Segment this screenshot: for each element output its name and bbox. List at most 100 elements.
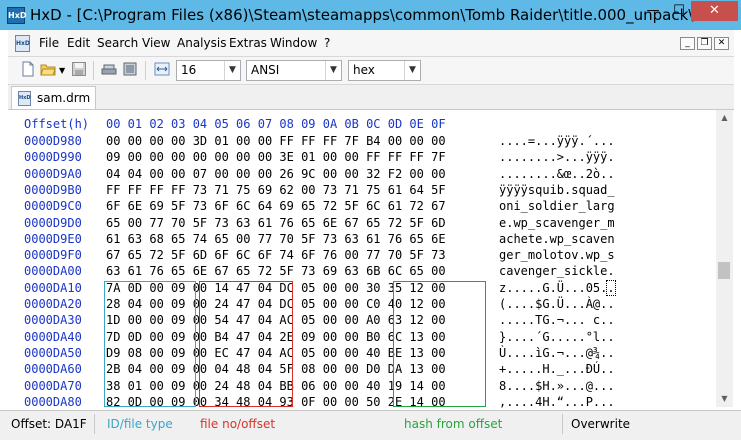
hash-label: hash from offset (404, 417, 503, 431)
row-bytes[interactable]: 61 63 68 65 74 65 00 77 70 5F 73 63 61 7… (106, 232, 446, 247)
hxd-app-icon: HxD (7, 7, 27, 24)
open-folder-icon[interactable] (40, 61, 56, 77)
menu-extras[interactable]: Extras (229, 36, 267, 50)
new-file-icon[interactable] (20, 61, 36, 77)
row-ascii[interactable]: e.wp_scavenger_m (499, 216, 615, 231)
row-ascii[interactable]: ger_molotov.wp_s (499, 248, 615, 263)
maximize-button[interactable]: ☐ (667, 1, 691, 21)
row-ascii[interactable]: ........>...ÿÿÿ. (499, 150, 615, 165)
vertical-scrollbar[interactable]: ▲ ▼ (716, 110, 733, 407)
row-ascii[interactable]: cavenger_sickle. (499, 264, 615, 279)
toolbar: ▼ 16 ▼ ANSI ▼ hex ▼ (8, 57, 734, 85)
menu-analysis[interactable]: Analysis (177, 36, 226, 50)
hex-row[interactable]: 0000D9E0 61 63 68 65 74 65 00 77 70 5F 73… (24, 231, 615, 247)
hex-row[interactable]: 0000D990 09 00 00 00 00 00 00 00 3E 01 00… (24, 150, 615, 165)
hex-row[interactable]: 0000D980 00 00 00 00 3D 01 00 00 FF FF FF… (24, 134, 615, 149)
window-title: HxD - [C:\Program Files (x86)\Steam\stea… (30, 6, 708, 24)
row-ascii[interactable]: oni_soldier_larg (499, 199, 615, 214)
row-offset: 0000D9C0 (24, 199, 82, 214)
bytes-per-row-value: 16 (181, 63, 197, 77)
file-offset-box (199, 281, 293, 407)
hex-row[interactable]: 0000DA00 63 61 76 65 6E 67 65 72 5F 73 69… (24, 264, 615, 279)
tab-strip: HxD sam.drm (8, 85, 734, 110)
row-offset: 0000D9D0 (24, 215, 82, 230)
scroll-thumb[interactable] (718, 262, 730, 279)
tab-label: sam.drm (37, 91, 91, 105)
id-file-type-box (104, 281, 196, 407)
row-ascii[interactable]: }....´G.....°l.. (499, 330, 615, 345)
hex-row[interactable]: 0000D9B0 FF FF FF FF 73 71 75 69 62 00 73… (24, 182, 615, 198)
status-divider (94, 414, 95, 434)
row-bytes[interactable]: FF FF FF FF 73 71 75 69 62 00 73 71 75 6… (106, 183, 446, 198)
row-ascii[interactable]: ........&œ..2ò.. (499, 167, 615, 182)
menu-view[interactable]: View (142, 36, 170, 50)
open-dropdown-arrow-icon[interactable]: ▼ (59, 66, 65, 75)
row-bytes[interactable]: 63 61 76 65 6E 67 65 72 5F 73 69 63 6B 6… (106, 264, 446, 279)
caret: . (606, 279, 616, 296)
menu-edit[interactable]: Edit (67, 36, 90, 50)
row-bytes[interactable]: 00 00 00 00 3D 01 00 00 FF FF FF 7F B4 0… (106, 134, 446, 149)
file-offset-label: file no/offset (200, 417, 276, 431)
save-icon[interactable] (71, 61, 87, 77)
row-ascii[interactable]: 8....$H.»...@... (499, 379, 615, 394)
row-ascii[interactable]: (....$G.Ü...À@.. (499, 297, 615, 312)
row-offset: 0000DA80 (24, 394, 82, 409)
row-offset: 0000D9B0 (24, 182, 82, 197)
charset-select[interactable]: ANSI ▼ (246, 60, 342, 81)
row-offset: 0000DA20 (24, 297, 82, 311)
menu-search[interactable]: Search (97, 36, 138, 50)
status-mode: Overwrite (571, 417, 631, 431)
hex-row[interactable]: 0000D9C0 6F 6E 69 5F 73 6F 6C 64 69 65 72… (24, 199, 615, 214)
row-ascii[interactable]: achete.wp_scaven (499, 232, 615, 247)
bytes-per-row-select[interactable]: 16 ▼ (176, 60, 241, 81)
row-offset: 0000DA40 (24, 329, 82, 344)
row-ascii[interactable]: +.....H._...ÐÚ.. (499, 362, 615, 377)
scroll-up-icon[interactable]: ▲ (716, 110, 733, 126)
tab-sam-drm[interactable]: HxD sam.drm (11, 86, 96, 109)
toolbar-separator (145, 61, 146, 80)
row-bytes[interactable]: 67 65 72 5F 6D 6F 6C 6F 74 6F 76 00 77 7… (106, 248, 446, 263)
row-bytes[interactable]: 6F 6E 69 5F 73 6F 6C 64 69 65 72 5F 6C 6… (106, 199, 446, 214)
hex-row[interactable]: 0000D9D0 65 00 77 70 5F 73 63 61 76 65 6E… (24, 215, 615, 231)
row-ascii[interactable]: Ù....ìG.¬...@¾.. (499, 346, 615, 361)
hex-row[interactable]: 0000D9F0 67 65 72 5F 6D 6F 6C 6F 74 6F 76… (24, 248, 615, 263)
menu-help[interactable]: ? (324, 36, 330, 50)
close-button[interactable]: ✕ (691, 1, 738, 21)
chevron-down-icon: ▼ (224, 61, 240, 80)
ram-editor-icon[interactable] (122, 61, 138, 77)
bytes-per-row-icon (154, 62, 170, 76)
document-icon[interactable]: HxD (15, 35, 30, 52)
mdi-restore-button[interactable]: ❐ (697, 37, 712, 50)
id-file-type-label: ID/file type (107, 417, 173, 431)
row-offset: 0000DA30 (24, 313, 82, 328)
row-bytes[interactable]: 65 00 77 70 5F 73 63 61 76 65 6E 67 65 7… (106, 216, 446, 231)
row-ascii[interactable]: ‚....4H.“...P... (499, 395, 615, 410)
row-bytes[interactable]: 09 00 00 00 00 00 00 00 3E 01 00 00 FF F… (106, 150, 446, 165)
mdi-close-button[interactable]: ✕ (714, 37, 729, 50)
offset-base-select[interactable]: hex ▼ (348, 60, 421, 81)
file-icon: HxD (18, 91, 31, 106)
status-divider (562, 414, 563, 434)
row-ascii[interactable]: ÿÿÿÿsquib.squad_ (499, 183, 615, 198)
hex-row[interactable]: 0000D9A0 04 04 00 00 07 00 00 00 26 9C 00… (24, 166, 615, 182)
offset-header: Offset(h) (24, 117, 90, 131)
scroll-down-icon[interactable]: ▼ (716, 391, 733, 407)
row-offset: 0000DA00 (24, 264, 82, 279)
menu-file[interactable]: File (39, 36, 59, 50)
charset-value: ANSI (251, 63, 280, 77)
row-offset: 0000DA70 (24, 378, 82, 393)
row-bytes[interactable]: 04 04 00 00 07 00 00 00 26 9C 00 00 32 F… (106, 167, 446, 182)
status-offset: Offset: DA1F (11, 417, 87, 431)
menu-bar: HxD File Edit Search View Analysis Extra… (8, 30, 734, 57)
mdi-minimize-button[interactable]: _ (680, 37, 695, 50)
row-ascii[interactable]: .....TG.¬... c.. (499, 313, 615, 328)
menu-window[interactable]: Window (270, 36, 317, 50)
disk-editor-icon[interactable] (101, 61, 117, 77)
row-offset: 0000D9E0 (24, 231, 82, 246)
chevron-down-icon: ▼ (325, 61, 341, 80)
row-ascii[interactable]: ....=...ÿÿÿ.´... (499, 134, 615, 149)
minimize-button[interactable]: — (641, 1, 665, 21)
row-offset: 0000D9A0 (24, 166, 82, 181)
offset-base-value: hex (353, 63, 375, 77)
row-ascii[interactable]: z.....G.Ü...05.. (499, 279, 616, 296)
